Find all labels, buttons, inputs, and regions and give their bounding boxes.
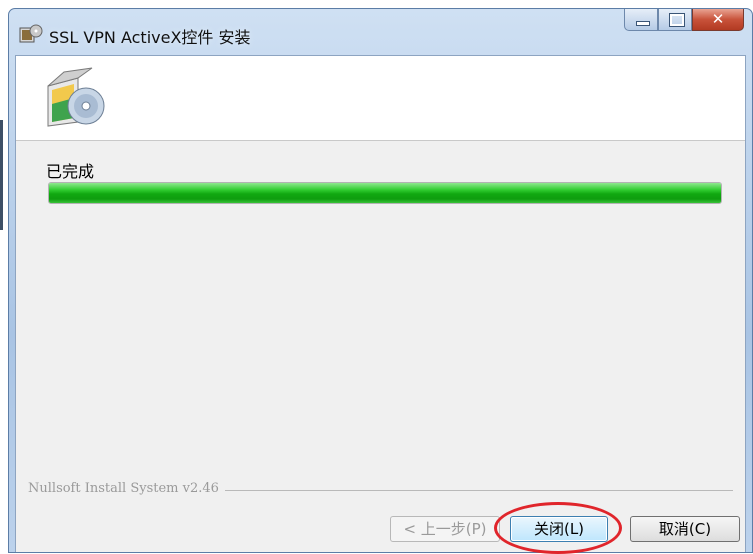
installer-window: SSL VPN ActiveX控件 安装 ✕ 已完成 Nullsoft Inst… [8,8,753,554]
title-bar[interactable]: SSL VPN ActiveX控件 安装 ✕ [9,9,752,55]
client-area: 已完成 Nullsoft Install System v2.46 < 上一步(… [15,55,746,554]
maximize-button[interactable] [658,9,692,31]
progress-bar [48,182,722,204]
minimize-button[interactable] [624,9,658,31]
highlight-circle [494,502,622,554]
footer: Nullsoft Install System v2.46 [28,481,733,501]
software-box-cd-icon [47,67,105,127]
header-banner [16,56,745,141]
window-title: SSL VPN ActiveX控件 安装 [49,28,251,47]
installer-icon [19,24,43,43]
window-close-button[interactable]: ✕ [692,9,744,31]
maximize-icon [669,13,685,27]
minimize-icon [636,21,650,26]
caption-buttons: ✕ [624,9,744,33]
status-label: 已完成 [46,162,95,181]
screen-edge [0,120,3,230]
back-button[interactable]: < 上一步(P) [390,516,500,542]
progress-fill [49,183,721,203]
close-icon: ✕ [711,10,725,28]
brand-text: Nullsoft Install System v2.46 [28,481,225,496]
cancel-button[interactable]: 取消(C) [630,516,740,542]
